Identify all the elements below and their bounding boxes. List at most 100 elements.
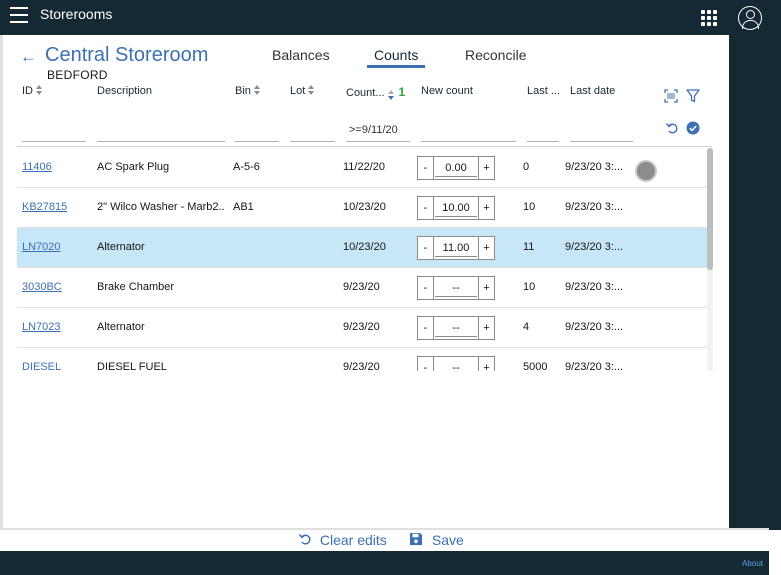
decrement-button[interactable]: - [418,157,434,179]
hamburger-menu-icon[interactable] [10,7,28,23]
item-count-date: 10/23/20 [343,201,386,213]
item-last: 11 [523,241,535,253]
filter-description-input[interactable] [97,118,225,142]
top-bar: Storerooms [0,0,781,35]
sort-icon [253,85,261,95]
item-id-link[interactable]: DIESEL [22,348,61,371]
sort-icon [308,85,315,95]
item-last-date: 9/23/20 3:... [565,281,624,293]
tab-balances[interactable]: Balances [272,47,330,63]
tab-counts[interactable]: Counts [374,47,418,63]
item-last: 4 [523,321,530,333]
decrement-button[interactable]: - [418,277,434,299]
item-last: 10 [523,281,536,293]
item-description: Alternator [97,321,145,333]
user-profile-icon[interactable] [738,6,762,30]
column-header-last[interactable]: Last ... [527,85,560,97]
filter-last-date-input[interactable] [570,118,633,142]
column-header-bin[interactable]: Bin [235,85,261,97]
new-count-input[interactable] [435,359,477,371]
back-arrow-icon[interactable]: ← [20,48,37,65]
item-id-link[interactable]: LN7023 [22,308,61,347]
quantity-stepper: - + [417,356,495,371]
filter-count-date-input[interactable] [346,118,410,142]
page-title: Central Storeroom [45,44,209,66]
column-header-count-date[interactable]: Count... 1 [346,85,405,100]
footer-divider [0,528,769,530]
item-id-link[interactable]: 3030BC [22,268,62,307]
scrollbar-thumb[interactable] [707,148,713,270]
new-count-input[interactable] [435,199,477,217]
new-count-input[interactable] [435,279,477,297]
column-header-bin-label: Bin [235,85,251,97]
storerooms-app: Storerooms ← Central Storeroom BEDFORD B… [0,0,781,575]
decrement-button[interactable]: - [418,317,434,339]
new-count-input[interactable] [435,319,477,337]
item-bin: A-5-6 [233,161,260,173]
column-header-lot[interactable]: Lot [290,85,315,97]
barcode-scan-icon[interactable] [664,89,678,103]
undo-icon[interactable] [665,121,679,135]
item-id-link[interactable]: 11406 [22,148,52,187]
tab-reconcile[interactable]: Reconcile [465,47,526,63]
right-side-rail [729,35,781,530]
apply-checkmark-icon[interactable] [686,121,700,135]
filter-new-count-input[interactable] [421,118,516,142]
item-id-link[interactable]: LN7020 [22,228,61,267]
left-panel-edge [0,35,3,530]
app-title: Storerooms [40,6,113,22]
item-count-date: 9/23/20 [343,361,380,371]
item-bin: AB1 [233,201,254,213]
column-header-new-count[interactable]: New count [421,85,473,97]
item-last-date: 9/23/20 3:... [565,201,624,213]
quantity-stepper: - + [417,316,495,340]
filter-last-input[interactable] [527,118,559,142]
new-count-input[interactable] [435,239,477,257]
table-row[interactable]: LN7023 Alternator 9/23/20 - + 4 9/23/20 … [17,308,707,348]
filter-icon[interactable] [686,89,700,103]
item-description: Brake Chamber [97,281,175,293]
active-tab-indicator [367,65,425,68]
table-row[interactable]: DIESEL DIESEL FUEL 9/23/20 - + 5000 9/23… [17,348,707,371]
sort-order-badge: 1 [398,85,406,99]
table-row[interactable]: KB27815 2" Wilco Washer - Marb2... AB1 1… [17,188,707,228]
column-header-last-date[interactable]: Last date [570,85,615,97]
column-header-count-label: Count... [346,87,385,99]
decrement-button[interactable]: - [418,197,434,219]
filter-bin-input[interactable] [235,118,279,142]
item-last-date: 9/23/20 3:... [565,241,624,253]
column-header-id-label: ID [22,85,33,97]
increment-button[interactable]: + [478,277,494,299]
filter-id-input[interactable] [22,118,86,142]
column-header-id[interactable]: ID [22,85,43,97]
increment-button[interactable]: + [478,237,494,259]
page-subtitle: BEDFORD [47,68,108,82]
item-last-date: 9/23/20 3:... [565,321,624,333]
quantity-stepper: - + [417,236,495,260]
clear-edits-label: Clear edits [319,532,387,548]
filter-lot-input[interactable] [290,118,335,142]
column-header-lot-label: Lot [290,85,306,97]
about-link[interactable]: About [742,559,763,568]
table-row[interactable]: 3030BC Brake Chamber 9/23/20 - + 10 9/23… [17,268,707,308]
table-row[interactable]: 11406 AC Spark Plug A-5-6 11/22/20 - + 0… [17,148,707,188]
decrement-button[interactable]: - [418,357,434,371]
clear-edits-button[interactable]: Clear edits [298,532,387,550]
table-scrollbar[interactable] [707,148,713,371]
column-header-description[interactable]: Description [97,85,152,97]
quantity-stepper: - + [417,156,495,180]
item-last: 5000 [523,361,548,371]
decrement-button[interactable]: - [418,237,434,259]
app-switcher-icon[interactable] [701,10,719,26]
table-header-divider [17,146,712,147]
table-row-selected[interactable]: LN7020 Alternator 10/23/20 - + 11 9/23/2… [17,228,707,268]
new-count-input[interactable] [435,159,477,177]
item-id-link[interactable]: KB27815 [22,188,67,227]
item-last-date: 9/23/20 3:... [565,361,624,371]
increment-button[interactable]: + [478,317,494,339]
increment-button[interactable]: + [478,197,494,219]
save-label: Save [431,532,464,548]
increment-button[interactable]: + [478,357,494,371]
save-button[interactable]: Save [409,532,464,550]
increment-button[interactable]: + [478,157,494,179]
